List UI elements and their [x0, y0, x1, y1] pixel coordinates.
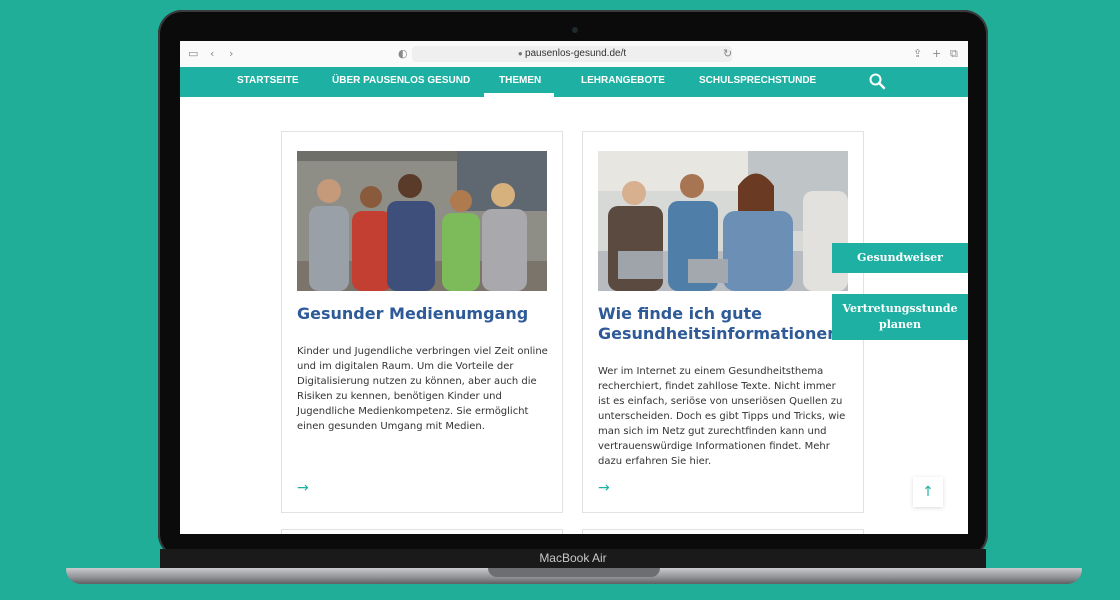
lock-icon: ● [517, 49, 525, 58]
nav-item-startseite[interactable]: STARTSEITE [237, 67, 298, 97]
main-nav: STARTSEITE ÜBER PAUSENLOS GESUND THEMEN … [180, 67, 968, 97]
camera [572, 27, 578, 33]
browser-window: ▭ ‹ › ◐ ● pausenlos-gesund.de/t ↻ ⇪ + ⧉ … [180, 41, 968, 534]
arrow-right-icon[interactable]: → [598, 480, 610, 496]
card-gesundheitsinformationen[interactable]: Wie finde ich gute Gesundheitsinformatio… [582, 131, 864, 513]
back-to-top-button[interactable]: ↑ [913, 477, 943, 507]
forward-icon[interactable]: › [229, 46, 233, 62]
browser-toolbar: ▭ ‹ › ◐ ● pausenlos-gesund.de/t ↻ ⇪ + ⧉ [180, 41, 968, 68]
card-title[interactable]: Wie finde ich gute Gesundheitsinformatio… [598, 304, 848, 344]
nav-item-lehrangebote[interactable]: LEHRANGEBOTE [581, 67, 665, 97]
tabs-icon[interactable]: ⧉ [950, 46, 958, 62]
nav-active-indicator [484, 93, 554, 97]
card-text: Wer im Internet zu einem Gesundheitsthem… [598, 366, 846, 467]
card-image-teens-phones [297, 151, 547, 291]
card-image-students-laptops [598, 151, 848, 291]
nav-item-ueber[interactable]: ÜBER PAUSENLOS GESUND [332, 67, 470, 97]
card-title[interactable]: Gesunder Medienumgang [297, 304, 547, 324]
sidebar-icon[interactable]: ▭ [188, 46, 198, 62]
share-icon[interactable]: ⇪ [913, 46, 922, 62]
nav-item-schulsprechstunde[interactable]: SCHULSPRECHSTUNDE [699, 67, 816, 97]
reload-icon[interactable]: ↻ [723, 46, 732, 62]
vertretungsstunde-button[interactable]: Vertretungsstunde planen [832, 294, 968, 340]
device-label: MacBook Air [539, 551, 607, 565]
back-icon[interactable]: ‹ [210, 46, 214, 62]
card-partial [281, 529, 563, 534]
new-tab-icon[interactable]: + [932, 46, 941, 62]
search-icon[interactable] [868, 72, 886, 90]
gesundweiser-button[interactable]: Gesundweiser [832, 243, 968, 273]
shield-icon: ◐ [398, 47, 408, 60]
url-text: pausenlos-gesund.de/t [524, 48, 627, 59]
card-partial [582, 529, 864, 534]
card-medienumgang[interactable]: Gesunder Medienumgang Kinder und Jugendl… [281, 131, 563, 513]
card-text: Kinder und Jugendliche verbringen viel Z… [297, 346, 548, 432]
laptop-notch [488, 568, 660, 577]
arrow-right-icon[interactable]: → [297, 480, 309, 496]
address-bar[interactable]: ● pausenlos-gesund.de/t [412, 46, 732, 62]
